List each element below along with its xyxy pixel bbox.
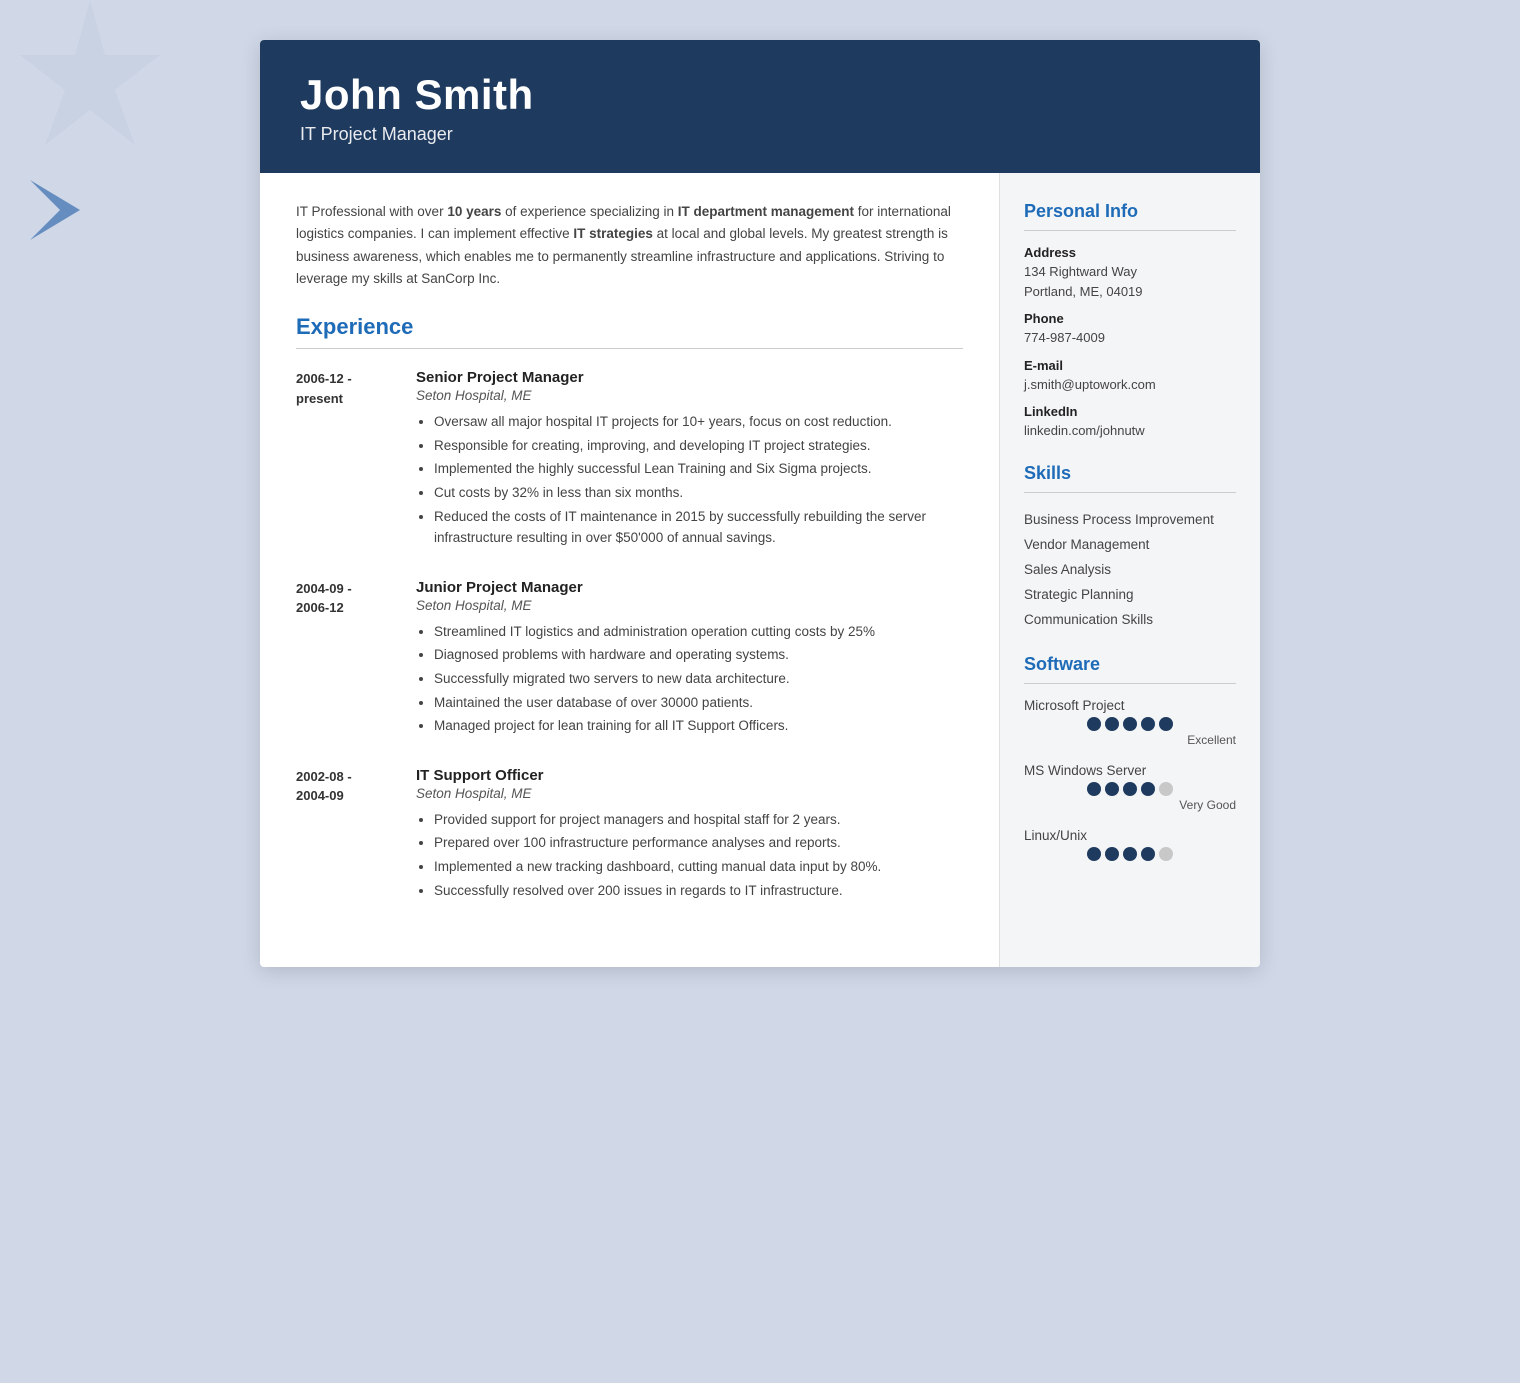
personal-info-linkedin-value: linkedin.com/johnutw: [1024, 421, 1236, 441]
bullet: Implemented the highly successful Lean T…: [434, 458, 963, 480]
dot: [1123, 717, 1137, 731]
bullet: Successfully resolved over 200 issues in…: [434, 880, 963, 902]
skill-item-4: Strategic Planning: [1024, 582, 1236, 607]
exp-job-title-3: IT Support Officer: [416, 767, 963, 784]
bullet: Implemented a new tracking dashboard, cu…: [434, 856, 963, 878]
exp-job-title-1: Senior Project Manager: [416, 369, 963, 386]
skills-title: Skills: [1024, 463, 1236, 484]
dot: [1141, 717, 1155, 731]
experience-divider: [296, 348, 963, 349]
dot: [1123, 847, 1137, 861]
software-divider: [1024, 683, 1236, 684]
decorative-arrow: [30, 180, 80, 240]
bullet: Streamlined IT logistics and administrat…: [434, 621, 963, 643]
personal-info-address-value: 134 Rightward WayPortland, ME, 04019: [1024, 262, 1236, 301]
bullet: Cut costs by 32% in less than six months…: [434, 482, 963, 504]
software-rating-3: [1024, 847, 1236, 863]
skill-item-2: Vendor Management: [1024, 532, 1236, 557]
resume-header: John Smith IT Project Manager: [260, 40, 1260, 173]
dots-row-2: [1087, 782, 1173, 796]
resume-container: John Smith IT Project Manager IT Profess…: [260, 40, 1260, 967]
exp-bullets-3: Provided support for project managers an…: [416, 809, 963, 901]
dot: [1105, 847, 1119, 861]
exp-bullets-2: Streamlined IT logistics and administrat…: [416, 621, 963, 737]
personal-info-email-label: E-mail: [1024, 358, 1236, 373]
rating-label-2: Very Good: [1179, 798, 1236, 812]
software-section: Software Microsoft Project Excellent: [1024, 654, 1236, 863]
exp-dates-3: 2002-08 - 2004-09: [296, 767, 396, 903]
software-rating-1: Excellent: [1024, 717, 1236, 747]
dot: [1087, 847, 1101, 861]
exp-content-1: Senior Project Manager Seton Hospital, M…: [416, 369, 963, 551]
dots-row-3: [1087, 847, 1173, 861]
experience-entry-3: 2002-08 - 2004-09 IT Support Officer Set…: [296, 767, 963, 903]
experience-entry-1: 2006-12 - present Senior Project Manager…: [296, 369, 963, 551]
bullet: Prepared over 100 infrastructure perform…: [434, 832, 963, 854]
software-rating-2: Very Good: [1024, 782, 1236, 812]
exp-job-title-2: Junior Project Manager: [416, 579, 963, 596]
software-item-3: Linux/Unix: [1024, 828, 1236, 863]
personal-info-linkedin-label: LinkedIn: [1024, 404, 1236, 419]
skills-divider: [1024, 492, 1236, 493]
bullet: Diagnosed problems with hardware and ope…: [434, 644, 963, 666]
dot: [1141, 782, 1155, 796]
bullet: Reduced the costs of IT maintenance in 2…: [434, 506, 963, 549]
bullet: Managed project for lean training for al…: [434, 715, 963, 737]
experience-section: Experience 2006-12 - present Senior Proj…: [296, 314, 963, 903]
experience-entry-2: 2004-09 - 2006-12 Junior Project Manager…: [296, 579, 963, 739]
personal-info-phone-label: Phone: [1024, 311, 1236, 326]
dot: [1087, 782, 1101, 796]
dots-row-1: [1087, 717, 1173, 731]
software-name-1: Microsoft Project: [1024, 698, 1236, 713]
resume-body: IT Professional with over 10 years of ex…: [260, 173, 1260, 967]
dot-empty: [1159, 847, 1173, 861]
exp-content-3: IT Support Officer Seton Hospital, ME Pr…: [416, 767, 963, 903]
bullet: Responsible for creating, improving, and…: [434, 435, 963, 457]
resume-sidebar: Personal Info Address 134 Rightward WayP…: [1000, 173, 1260, 967]
software-item-1: Microsoft Project Excellent: [1024, 698, 1236, 747]
bullet: Maintained the user database of over 300…: [434, 692, 963, 714]
dot: [1141, 847, 1155, 861]
bullet: Provided support for project managers an…: [434, 809, 963, 831]
summary-paragraph: IT Professional with over 10 years of ex…: [296, 201, 963, 290]
rating-label-1: Excellent: [1187, 733, 1236, 747]
candidate-name: John Smith: [300, 72, 1220, 118]
decorative-star: [20, 0, 160, 160]
dot-empty: [1159, 782, 1173, 796]
software-item-2: MS Windows Server Very Good: [1024, 763, 1236, 812]
software-title: Software: [1024, 654, 1236, 675]
skill-item-5: Communication Skills: [1024, 607, 1236, 632]
exp-content-2: Junior Project Manager Seton Hospital, M…: [416, 579, 963, 739]
dot: [1105, 782, 1119, 796]
exp-company-3: Seton Hospital, ME: [416, 786, 963, 801]
software-name-2: MS Windows Server: [1024, 763, 1236, 778]
personal-info-phone-value: 774-987-4009: [1024, 328, 1236, 348]
resume-main: IT Professional with over 10 years of ex…: [260, 173, 1000, 967]
skills-section: Skills Business Process Improvement Vend…: [1024, 463, 1236, 632]
personal-info-email-value: j.smith@uptowork.com: [1024, 375, 1236, 395]
bullet: Oversaw all major hospital IT projects f…: [434, 411, 963, 433]
skill-item-1: Business Process Improvement: [1024, 507, 1236, 532]
experience-section-title: Experience: [296, 314, 963, 340]
exp-bullets-1: Oversaw all major hospital IT projects f…: [416, 411, 963, 549]
software-name-3: Linux/Unix: [1024, 828, 1236, 843]
personal-info-section: Personal Info Address 134 Rightward WayP…: [1024, 201, 1236, 441]
exp-company-2: Seton Hospital, ME: [416, 598, 963, 613]
bullet: Successfully migrated two servers to new…: [434, 668, 963, 690]
dot: [1159, 717, 1173, 731]
personal-info-divider: [1024, 230, 1236, 231]
personal-info-title: Personal Info: [1024, 201, 1236, 222]
personal-info-address-label: Address: [1024, 245, 1236, 260]
exp-dates-2: 2004-09 - 2006-12: [296, 579, 396, 739]
dot: [1087, 717, 1101, 731]
dot: [1105, 717, 1119, 731]
exp-company-1: Seton Hospital, ME: [416, 388, 963, 403]
exp-dates-1: 2006-12 - present: [296, 369, 396, 551]
dot: [1123, 782, 1137, 796]
skill-item-3: Sales Analysis: [1024, 557, 1236, 582]
candidate-title: IT Project Manager: [300, 124, 1220, 145]
